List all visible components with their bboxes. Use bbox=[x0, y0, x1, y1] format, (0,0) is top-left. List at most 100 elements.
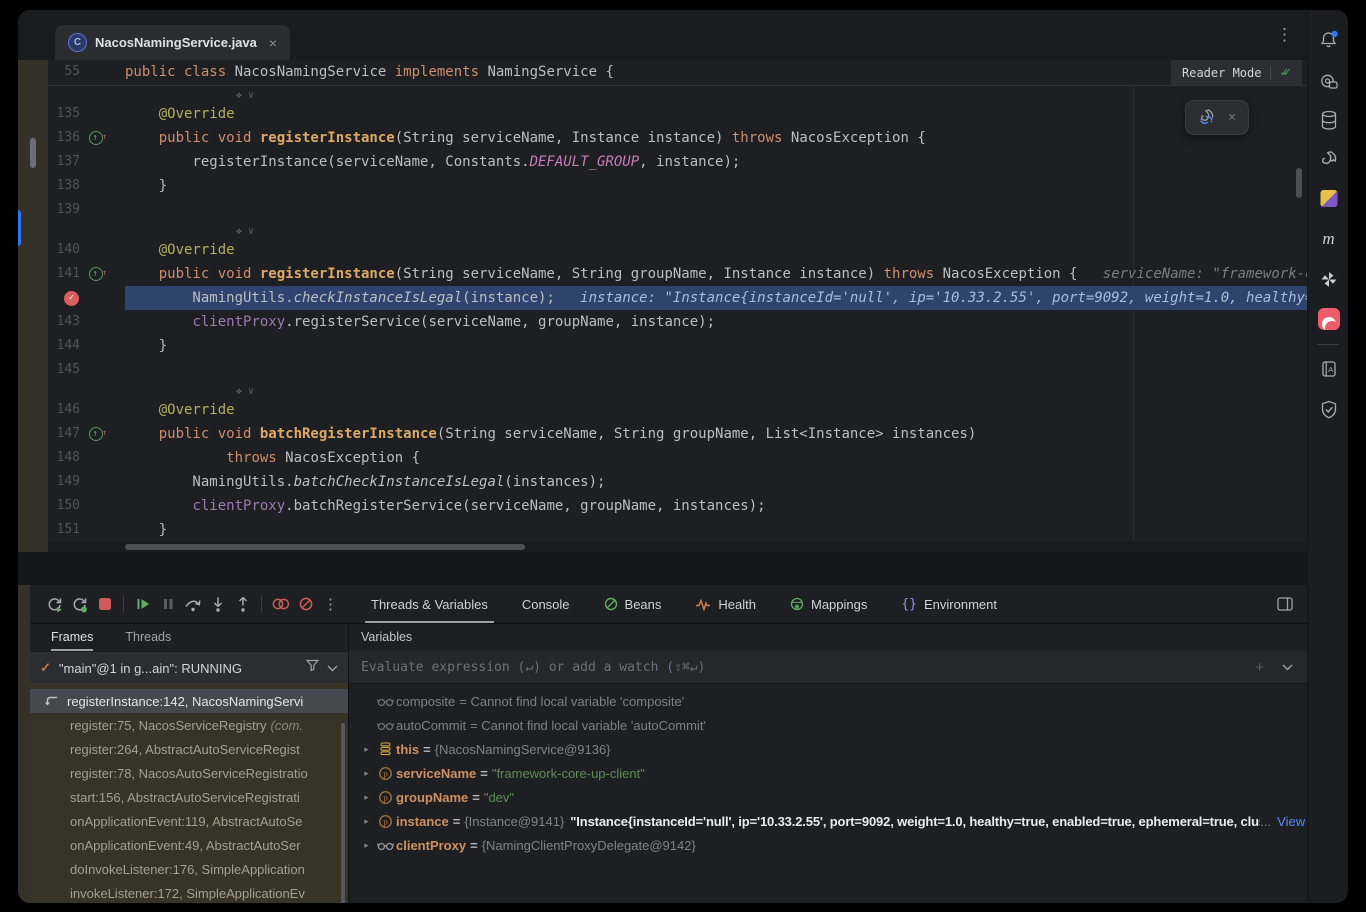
gutter[interactable]: 141 bbox=[48, 262, 125, 286]
gutter[interactable]: 147 bbox=[48, 422, 125, 446]
chevron-down-icon[interactable] bbox=[327, 659, 338, 677]
expand-chevron-icon[interactable]: ▸ bbox=[359, 792, 374, 803]
code-line[interactable]: 145 bbox=[48, 358, 1307, 382]
frame-row[interactable]: register:264, AbstractAutoServiceRegist bbox=[30, 737, 348, 761]
code-line[interactable]: ✓ NamingUtils.checkInstanceIsLegal(insta… bbox=[48, 286, 1307, 310]
variable-row[interactable]: ▸clientProxy={NamingClientProxyDelegate@… bbox=[349, 833, 1307, 857]
code-vision-icon[interactable]: ❖ ∨ bbox=[236, 90, 254, 101]
stop-button[interactable] bbox=[92, 592, 117, 617]
breakpoint-icon[interactable]: ✓ bbox=[64, 291, 79, 306]
code-vision-icon[interactable]: ❖ ∨ bbox=[236, 226, 254, 237]
gutter[interactable]: 136 bbox=[48, 126, 125, 150]
thread-selector[interactable]: ✓ "main"@1 in g...ain": RUNNING bbox=[30, 651, 348, 685]
gutter[interactable]: 139 bbox=[48, 198, 125, 222]
frame-row[interactable]: register:75, NacosServiceRegistry(com. bbox=[30, 713, 348, 737]
code-line[interactable]: 135 @Override bbox=[48, 102, 1307, 126]
code-line[interactable]: 144 } bbox=[48, 334, 1307, 358]
code-line[interactable]: 141 public void registerInstance(String … bbox=[48, 262, 1307, 286]
code-line[interactable]: 136 public void registerInstance(String … bbox=[48, 126, 1307, 150]
variable-row[interactable]: autoCommit= Cannot find local variable '… bbox=[349, 713, 1307, 737]
dictionary-icon[interactable]: A bbox=[1320, 360, 1338, 378]
notifications-icon[interactable] bbox=[1319, 30, 1338, 49]
frame-row[interactable]: onApplicationEvent:119, AbstractAutoSe bbox=[30, 809, 348, 833]
gradle-sync-icon[interactable] bbox=[1198, 108, 1216, 128]
filter-funnel-icon[interactable] bbox=[306, 659, 319, 677]
debug-tab-console[interactable]: Console bbox=[522, 585, 570, 623]
step-out-button[interactable] bbox=[230, 592, 255, 617]
more-options-icon[interactable]: ⋮ bbox=[1276, 25, 1293, 45]
variable-row[interactable]: ▸pgroupName="dev" bbox=[349, 785, 1307, 809]
code-line[interactable]: 139 bbox=[48, 198, 1307, 222]
code-line[interactable]: 140 @Override bbox=[48, 238, 1307, 262]
inlay-hint-line[interactable]: ❖ ∨ bbox=[48, 222, 1307, 238]
evaluate-expression-input[interactable]: Evaluate expression (↵) or add a watch (… bbox=[349, 651, 1307, 684]
database-icon[interactable] bbox=[1320, 110, 1338, 131]
vertical-scrollbar-thumb[interactable] bbox=[1296, 168, 1302, 198]
gutter[interactable]: 137 bbox=[48, 150, 125, 174]
gutter[interactable]: 145 bbox=[48, 358, 125, 382]
variable-row[interactable]: ▸pinstance={Instance@9141}"Instance{inst… bbox=[349, 809, 1307, 833]
gutter[interactable]: 135 bbox=[48, 102, 125, 126]
red-plugin-icon[interactable] bbox=[1318, 308, 1340, 330]
resume-button[interactable] bbox=[130, 592, 155, 617]
inspections-ok-icon[interactable]: ✓✓ bbox=[1280, 65, 1291, 80]
inlay-hint-line[interactable]: ❖ ∨ bbox=[48, 382, 1307, 398]
overrides-method-icon[interactable] bbox=[89, 267, 103, 281]
tab-frames[interactable]: Frames bbox=[51, 623, 93, 651]
debug-tab-environment[interactable]: {}Environment bbox=[901, 585, 997, 623]
plugin-package-icon[interactable] bbox=[1320, 190, 1337, 207]
gutter[interactable]: 143 bbox=[48, 310, 125, 334]
gutter[interactable]: 149 bbox=[48, 470, 125, 494]
rerun-button[interactable] bbox=[42, 592, 67, 617]
stripe-scroll-handle[interactable] bbox=[30, 138, 36, 168]
pause-button[interactable] bbox=[155, 592, 180, 617]
gradle-reload-popup[interactable]: × bbox=[1185, 100, 1249, 135]
gutter[interactable]: 55 bbox=[48, 60, 125, 84]
variable-row[interactable]: ▸pserviceName="framework-core-up-client" bbox=[349, 761, 1307, 785]
gutter[interactable]: ✓ bbox=[48, 286, 125, 310]
mute-breakpoints-button[interactable] bbox=[293, 592, 318, 617]
step-over-button[interactable] bbox=[180, 592, 205, 617]
more-button[interactable]: ⋮ bbox=[318, 592, 343, 617]
horizontal-scrollbar-thumb[interactable] bbox=[125, 544, 525, 550]
gutter[interactable]: 144 bbox=[48, 334, 125, 358]
maven-icon[interactable]: m bbox=[1322, 229, 1334, 249]
frame-row[interactable]: onApplicationEvent:49, AbstractAutoSer bbox=[30, 833, 348, 857]
gutter[interactable]: 151 bbox=[48, 518, 125, 542]
code-line[interactable]: 149 NamingUtils.batchCheckInstanceIsLega… bbox=[48, 470, 1307, 494]
layout-settings-icon[interactable] bbox=[1277, 597, 1293, 616]
debug-tab-threads-variables[interactable]: Threads & Variables bbox=[371, 585, 488, 623]
code-line[interactable]: 147 public void batchRegisterInstance(St… bbox=[48, 422, 1307, 446]
frames-scrollbar-thumb[interactable] bbox=[341, 723, 345, 903]
variable-row[interactable]: composite= Cannot find local variable 'c… bbox=[349, 689, 1307, 713]
horizontal-scrollbar[interactable] bbox=[48, 542, 1307, 552]
code-line[interactable]: 55public class NacosNamingService implem… bbox=[48, 60, 1307, 84]
code-line[interactable]: 146 @Override bbox=[48, 398, 1307, 422]
frame-row[interactable]: register:78, NacosAutoServiceRegistratio bbox=[30, 761, 348, 785]
gutter[interactable]: 150 bbox=[48, 494, 125, 518]
code-line[interactable]: 143 clientProxy.registerService(serviceN… bbox=[48, 310, 1307, 334]
frame-row[interactable]: invokeListener:172, SimpleApplicationEv bbox=[30, 881, 348, 903]
gradle-icon[interactable] bbox=[1318, 150, 1339, 167]
gutter[interactable]: 140 bbox=[48, 238, 125, 262]
frame-row[interactable]: registerInstance:142, NacosNamingServi bbox=[30, 689, 348, 713]
gutter[interactable] bbox=[48, 86, 125, 102]
code-line[interactable]: 148 throws NacosException { bbox=[48, 446, 1307, 470]
debug-tab-beans[interactable]: Beans bbox=[604, 585, 662, 623]
chevron-down-icon[interactable] bbox=[1282, 658, 1293, 676]
view-value-link[interactable]: View bbox=[1277, 814, 1305, 829]
close-popup-icon[interactable]: × bbox=[1228, 110, 1236, 125]
view-breakpoints-button[interactable] bbox=[268, 592, 293, 617]
step-into-button[interactable] bbox=[205, 592, 230, 617]
sticky-class-header[interactable]: 55public class NacosNamingService implem… bbox=[48, 60, 1307, 86]
restart-button[interactable] bbox=[67, 592, 92, 617]
pinwheel-plugin-icon[interactable] bbox=[1319, 270, 1338, 289]
overrides-method-icon[interactable] bbox=[89, 131, 103, 145]
expand-chevron-icon[interactable]: ▸ bbox=[359, 840, 374, 851]
gutter[interactable] bbox=[48, 222, 125, 238]
panel-splitter[interactable] bbox=[18, 552, 1307, 585]
code-line[interactable]: 151 } bbox=[48, 518, 1307, 542]
add-watch-icon[interactable]: + bbox=[1255, 659, 1264, 676]
gutter[interactable]: 148 bbox=[48, 446, 125, 470]
code-line[interactable]: 137 registerInstance(serviceName, Consta… bbox=[48, 150, 1307, 174]
